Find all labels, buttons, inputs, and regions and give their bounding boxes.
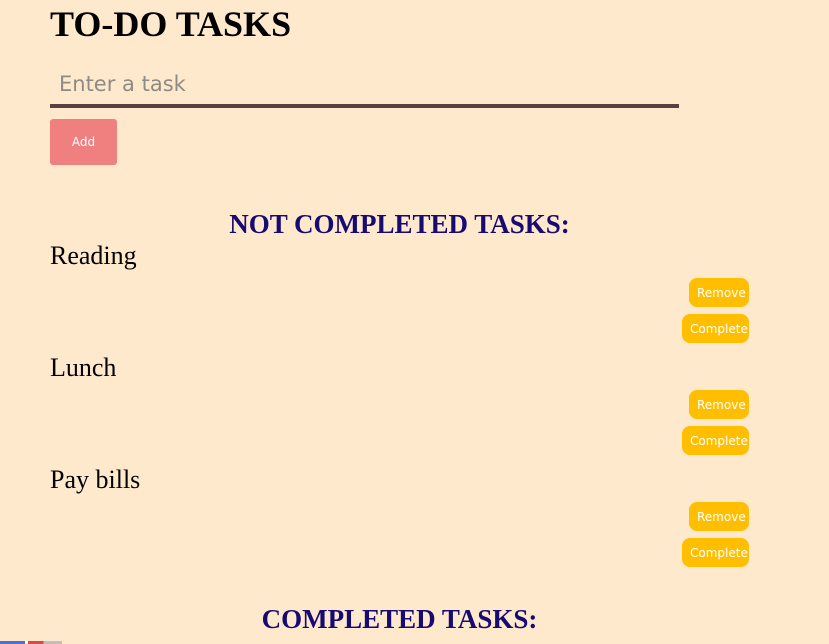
page-title: TO-DO TASKS — [50, 4, 292, 44]
remove-button[interactable]: Remove — [689, 502, 749, 531]
task-input[interactable] — [50, 64, 679, 108]
task-name: Pay bills — [50, 465, 141, 494]
task-item: Reading Remove Complete — [0, 241, 829, 353]
not-completed-heading: NOT COMPLETED TASKS: — [229, 209, 570, 239]
task-name: Lunch — [50, 353, 117, 382]
remove-button[interactable]: Remove — [689, 278, 749, 307]
task-name: Reading — [50, 241, 137, 270]
complete-button[interactable]: Complete — [682, 538, 749, 567]
complete-button[interactable]: Complete — [682, 426, 749, 455]
complete-button[interactable]: Complete — [682, 314, 749, 343]
task-item: Lunch Remove Complete — [0, 353, 829, 465]
add-button[interactable]: Add — [50, 119, 117, 165]
todo-page: TO-DO TASKS Add NOT COMPLETED TASKS: Rea… — [0, 0, 829, 644]
completed-heading: COMPLETED TASKS: — [261, 604, 538, 634]
remove-button[interactable]: Remove — [689, 390, 749, 419]
task-item: Pay bills Remove Complete — [0, 465, 829, 577]
